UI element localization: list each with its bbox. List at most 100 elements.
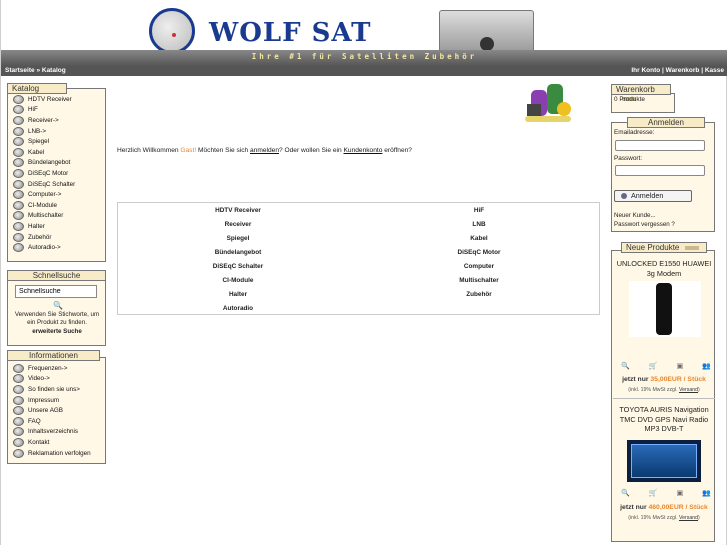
product-actions: 🔍 🛒 ▣ 👥 [621,362,711,370]
catalog-item[interactable]: Computer-> [9,189,105,200]
receiver-image [439,10,534,54]
divider [613,398,715,399]
catalog-item[interactable]: Multischalter [9,211,105,222]
catalog-item-label: Autoradio-> [28,244,61,252]
category-link[interactable]: Zubehör [369,291,589,298]
login-link[interactable]: anmelden [250,147,279,154]
category-link[interactable]: Receiver [128,221,348,228]
password-field[interactable] [615,165,705,176]
category-link[interactable]: Autoradio [128,305,348,312]
category-link[interactable]: Bündelangebot [128,249,348,256]
catalog-item[interactable]: Halter [9,221,105,232]
email-field[interactable] [615,140,705,151]
product-name[interactable]: TOYOTA AURIS Navigation TMC DVD GPS Navi… [613,405,715,434]
catalog-item[interactable]: Kabel [9,147,105,158]
catalog-item-label: Spiegel [28,138,50,146]
compare-icon[interactable]: 👥 [702,362,711,370]
shipping-link[interactable]: Versand [679,387,698,393]
bullet-icon [13,179,24,189]
bullet-icon [13,211,24,221]
product-actions: 🔍 🛒 ▣ 👥 [621,489,711,497]
cart-icon[interactable]: 🛒 [649,489,658,497]
login-title: Anmelden [627,117,705,128]
advanced-search-link[interactable]: erweiterte Suche [11,328,103,335]
catalog-item[interactable]: Autoradio-> [9,242,105,253]
bullet-icon [13,395,24,405]
search-icon[interactable]: 🔍 [53,301,63,310]
category-link[interactable]: DiSEqC Schalter [128,263,348,270]
catalog-item[interactable]: Zubehör [9,232,105,243]
catalog-item[interactable]: Bündelangebot [9,158,105,169]
info-item[interactable]: Video-> [9,374,105,385]
catalog-item-label: Halter [28,222,45,230]
info-item[interactable]: FAQ [9,416,105,427]
cart-icon[interactable]: 🛒 [649,362,658,370]
breadcrumb-home[interactable]: Startseite [5,67,35,74]
info-item[interactable]: Inhaltsverzeichnis [9,427,105,438]
my-account-link[interactable]: Ihr Konto [631,67,660,74]
category-link[interactable]: CI-Module [128,277,348,284]
email-label: Emailadresse: [614,129,655,136]
info-icon[interactable]: ▣ [677,362,684,370]
info-item[interactable]: Unsere AGB [9,405,105,416]
checkout-link[interactable]: Kasse [705,67,724,74]
category-link[interactable]: LNB [369,221,589,228]
link-separator: | [701,67,704,74]
catalog-item[interactable]: Spiegel [9,136,105,147]
zoom-icon[interactable]: 🔍 [621,362,630,370]
bullet-icon [13,221,24,231]
bullet-icon [13,105,24,115]
catalog-item-label: Computer-> [28,191,62,199]
category-link[interactable]: Spiegel [128,235,348,242]
bullet-icon [13,158,24,168]
category-link[interactable]: Computer [369,263,589,270]
catalog-item-label: DiSEqC Schalter [28,180,76,188]
info-item[interactable]: Impressum [9,395,105,406]
bullet-icon [13,137,24,147]
catalog-item[interactable]: Receiver-> [9,115,105,126]
product-name[interactable]: UNLOCKED E1550 HUAWEI 3g Modem [613,259,715,278]
info-item[interactable]: Reklamation verfolgen [9,448,105,459]
category-link[interactable]: Halter [128,291,348,298]
cart-link[interactable]: Warenkorb [666,67,700,74]
page-frame: WOLF SAT Ihre #1 für Satelliten Zubehör … [0,0,727,545]
catalog-item-label: Zubehör [28,233,52,241]
category-link[interactable]: DiSEqC Motor [369,249,589,256]
catalog-item[interactable]: CI-Module [9,200,105,211]
cart-title[interactable]: Warenkorb [611,84,671,101]
new-products-title[interactable]: Neue Produkte [621,242,707,253]
category-link[interactable]: Multischalter [369,277,589,284]
bullet-icon [13,437,24,447]
info-item[interactable]: Frequenzen-> [9,363,105,374]
category-link[interactable]: HiF [369,207,589,214]
info-item[interactable]: So finden sie uns> [9,384,105,395]
breadcrumb-catalog[interactable]: Katalog [42,67,66,74]
create-account-link[interactable]: Kundenkonto [344,147,383,154]
new-customer-link[interactable]: Neuer Kunde... [614,212,656,219]
bullet-icon [13,147,24,157]
info-icon[interactable]: ▣ [677,489,684,497]
info-item[interactable]: Kontakt [9,437,105,448]
catalog-item[interactable]: HDTV Receiver [9,94,105,105]
category-link[interactable]: HDTV Receiver [128,207,348,214]
zoom-icon[interactable]: 🔍 [621,489,630,497]
product-image-navigation[interactable] [627,440,701,482]
compare-icon[interactable]: 👥 [702,489,711,497]
category-table: HDTV Receiver HiF Receiver LNB Spiegel Kabel B… [117,202,600,315]
catalog-item-label: CI-Module [28,201,58,209]
product-image-modem[interactable] [629,281,701,337]
guest-label: Gast! [180,147,197,154]
catalog-item[interactable]: HiF [9,105,105,116]
catalog-item[interactable]: DiSEqC Motor [9,168,105,179]
welcome-text: eröffnen? [382,147,412,154]
forgot-password-link[interactable]: Passwort vergessen ? [614,221,675,228]
catalog-list: HDTV Receiver HiF Receiver-> LNB-> Spiegel Ka… [9,94,105,253]
category-link[interactable]: Kabel [369,235,589,242]
login-button[interactable]: Anmelden [614,190,692,202]
info-title: Informationen [7,350,100,361]
catalog-item[interactable]: DiSEqC Schalter [9,179,105,190]
catalog-item[interactable]: LNB-> [9,126,105,137]
satellite-dish-icon [149,8,195,54]
quicksearch-input[interactable] [15,285,97,298]
shipping-link[interactable]: Versand [679,515,698,521]
